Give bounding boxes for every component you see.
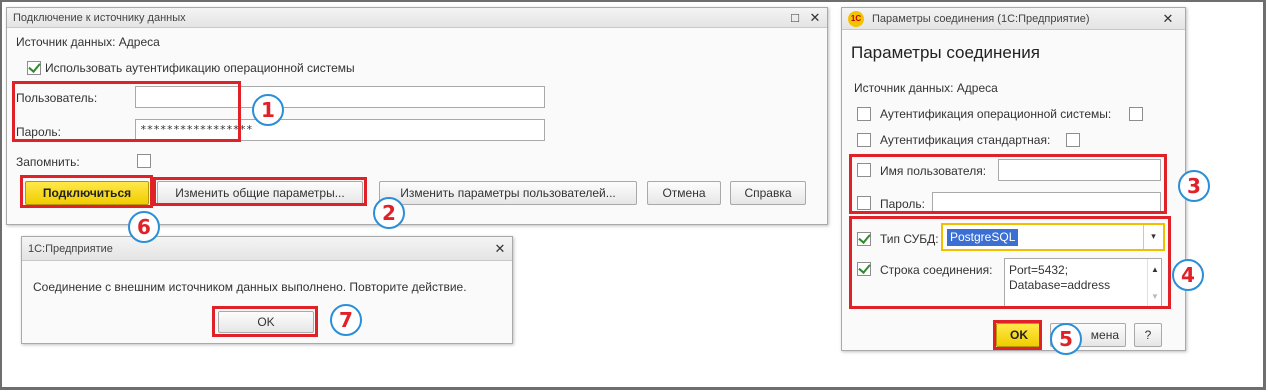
std-auth-checkbox-left[interactable] [857,133,871,147]
user-input[interactable] [135,86,545,108]
params-heading: Параметры соединения [851,43,1040,62]
remember-label: Запомнить: [16,155,80,169]
conn-string-line-1: Port=5432; [1009,263,1069,277]
username-label: Имя пользователя: [880,164,987,178]
change-user-params-button[interactable]: Изменить параметры пользователей... [379,181,637,205]
message-dialog-titlebar: 1С:Предприятие [22,237,512,261]
close-icon[interactable]: ✕ [807,10,823,26]
callout-5: 5 [1050,323,1082,355]
message-dialog: 1С:Предприятие ✕ Соединение с внешним ис… [21,236,513,344]
data-source-label: Источник данных: Адреса [16,35,160,49]
params-dialog: Параметры соединения (1С:Предприятие) 1С… [841,7,1186,351]
conn-string-line-2: Database=address [1009,278,1111,292]
params-help-button[interactable]: ? [1134,323,1162,347]
conn-string-label: Строка соединения: [880,263,993,277]
remember-checkbox[interactable] [137,154,151,168]
conn-string-textarea[interactable]: Port=5432; Database=address ▲ ▼ [1004,258,1162,308]
password-checkbox[interactable] [857,196,871,210]
message-dialog-title: 1С:Предприятие [28,243,113,255]
maximize-icon[interactable]: □ [787,10,803,26]
params-dialog-titlebar: Параметры соединения (1С:Предприятие) [842,8,1185,30]
message-text: Соединение с внешним источником данных в… [33,280,467,294]
password-input[interactable]: ***************** [135,119,545,141]
connect-dialog-titlebar: Подключение к источнику данных [7,8,827,28]
ok-button[interactable]: OK [218,311,314,333]
params-dialog-title: Параметры соединения (1С:Предприятие) [872,13,1090,25]
os-auth-checkbox[interactable] [1129,107,1143,121]
os-auth-checkbox-left[interactable] [857,107,871,121]
params-source-label: Источник данных: Адреса [854,81,998,95]
connect-button[interactable]: Подключиться [25,181,149,205]
params-password-input[interactable] [932,192,1161,214]
callout-7: 7 [330,304,362,336]
user-label: Пользователь: [16,91,98,105]
params-ok-button[interactable]: OK [996,323,1042,347]
close-icon[interactable]: ✕ [1160,11,1176,27]
app-logo-icon: 1С [848,11,864,27]
conn-string-scrollbar[interactable]: ▲ ▼ [1147,259,1161,307]
os-auth-checkbox[interactable] [27,61,41,75]
callout-1: 1 [252,94,284,126]
scroll-up-icon[interactable]: ▲ [1151,262,1159,277]
callout-3: 3 [1178,170,1210,202]
params-password-label: Пароль: [880,197,925,211]
std-auth-label: Аутентификация стандартная: [880,133,1051,147]
params-os-auth-label: Аутентификация операционной системы: [880,107,1112,121]
close-icon[interactable]: ✕ [492,241,508,257]
change-common-params-button[interactable]: Изменить общие параметры... [157,181,363,205]
os-auth-label: Использовать аутентификацию операционной… [45,61,355,75]
callout-6: 6 [128,211,160,243]
cancel-button[interactable]: Отмена [647,181,721,205]
scroll-down-icon[interactable]: ▼ [1151,289,1159,304]
dbms-label: Тип СУБД: [880,232,939,246]
conn-string-checkbox[interactable] [857,262,871,276]
username-checkbox[interactable] [857,163,871,177]
callout-2: 2 [373,197,405,229]
connect-dialog: Подключение к источнику данных □ ✕ Источ… [6,7,828,225]
username-input[interactable] [998,159,1161,181]
password-label: Пароль: [16,125,61,139]
chevron-down-icon[interactable]: ▾ [1143,225,1163,249]
dbms-selected-value: PostgreSQL [947,229,1019,246]
help-button[interactable]: Справка [730,181,806,205]
dbms-checkbox[interactable] [857,232,871,246]
dbms-select[interactable]: PostgreSQL ▾ [941,223,1165,251]
std-auth-checkbox[interactable] [1066,133,1080,147]
connect-dialog-title: Подключение к источнику данных [13,12,186,24]
callout-4: 4 [1172,259,1204,291]
